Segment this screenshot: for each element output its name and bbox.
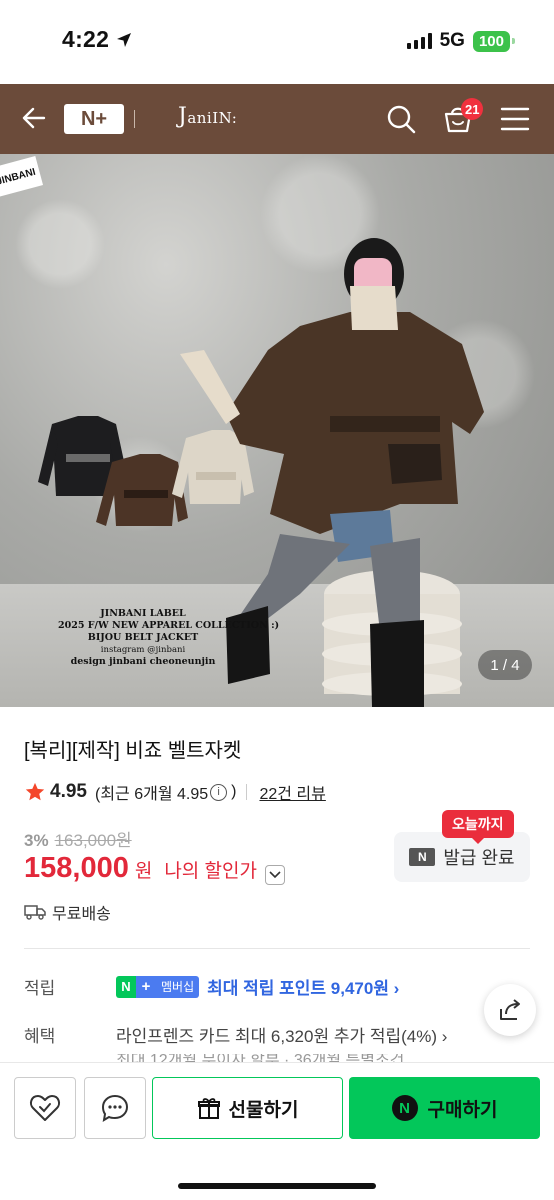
- back-arrow-icon[interactable]: [20, 104, 48, 132]
- caption-line-2: 2025 F/W NEW APPAREL COLLECTION :): [58, 620, 280, 631]
- bottom-action-bar: 선물하기 N 구매하기: [0, 1062, 554, 1200]
- nplus-store-logo[interactable]: N+: [64, 104, 124, 134]
- rating-recent: (최근 6개월 4.95: [94, 786, 209, 803]
- brand-logo-initial: J: [178, 104, 188, 129]
- benefit-cut-line: 최대 12개월 무이자 할부 · 36개월 특별조건: [116, 1054, 404, 1062]
- benefit-row: 혜택 라인프렌즈 카드 최대 6,320원 추가 적립(4%) ›: [24, 1022, 447, 1047]
- buy-button-label: 구매하기: [427, 1099, 498, 1121]
- product-title: [복리][제작] 비죠 벨트자켓: [24, 740, 242, 762]
- status-indicators: 5G 100: [406, 30, 516, 52]
- info-icon[interactable]: i: [210, 783, 228, 801]
- brand-logo-text: aniIN:: [187, 109, 238, 127]
- membership-badge-text: 멤버십: [156, 975, 200, 998]
- card-benefit-link[interactable]: 라인프렌즈 카드 최대 6,320원 추가 적립(4%) ›: [116, 1022, 447, 1047]
- status-bar: 4:22 5G 100: [0, 0, 554, 84]
- review-count-link[interactable]: 22건 리뷰: [259, 780, 325, 804]
- wishlist-button[interactable]: [14, 1077, 76, 1139]
- coupon-deadline-badge: 오늘까지: [442, 810, 514, 844]
- cart-count-badge: 21: [461, 98, 484, 120]
- product-image-carousel[interactable]: JINBANI JINBANI LABEL 2025 F/W NEW APPAR…: [0, 154, 554, 707]
- signal-icon: [406, 33, 432, 49]
- brand-logo[interactable]: JaniIN:: [178, 104, 237, 129]
- header-divider: [134, 110, 135, 128]
- benefit-label: 혜택: [24, 1027, 56, 1046]
- rating-divider: [246, 784, 248, 800]
- naver-n-icon: N: [409, 848, 436, 866]
- status-time: 4:22: [62, 26, 110, 52]
- rating-recent-close: ): [231, 783, 237, 800]
- status-time-wrap: 4:22: [62, 26, 133, 53]
- app-header: N+ JaniIN: 21: [0, 84, 554, 154]
- hamburger-menu-icon[interactable]: [500, 106, 530, 132]
- max-points-link[interactable]: 최대 적립 포인트 9,470원 ›: [207, 974, 399, 999]
- gift-icon: [197, 1098, 220, 1119]
- network-label: 5G: [439, 30, 465, 51]
- naver-pay-icon: N: [391, 1095, 418, 1121]
- heart-check-icon: [29, 1095, 61, 1121]
- hero-caption: JINBANI LABEL 2025 F/W NEW APPAREL COLLE…: [58, 608, 280, 668]
- share-icon: [500, 999, 520, 1020]
- membership-n-icon: N: [116, 975, 136, 998]
- caption-line-5: design jinbani cheoneunjin: [70, 656, 216, 667]
- buy-button[interactable]: N 구매하기: [349, 1077, 540, 1139]
- delivery-text: 무료배송: [52, 906, 111, 923]
- section-divider: [24, 948, 530, 949]
- delivery-row: 무료배송: [24, 900, 111, 924]
- nplus-membership-badge: N + 멤버십: [116, 975, 200, 998]
- chevron-down-icon[interactable]: [265, 865, 285, 885]
- chat-bubble-icon: [101, 1094, 129, 1122]
- rating-score: 4.95: [50, 781, 87, 802]
- caption-line-3: BIJOU BELT JACKET: [87, 632, 199, 643]
- search-icon[interactable]: [386, 104, 416, 134]
- points-row: 적립 N + 멤버십 최대 적립 포인트 9,470원 ›: [24, 974, 399, 999]
- original-price: 163,000원: [54, 831, 132, 850]
- rating-row: 4.95 (최근 6개월 4.95 i ) 22건 리뷰: [24, 780, 326, 804]
- gift-button[interactable]: 선물하기: [152, 1077, 343, 1139]
- currency-unit: 원: [134, 861, 153, 882]
- star-icon: [25, 782, 45, 801]
- coupon-issued-button[interactable]: N 발급 완료: [394, 832, 530, 882]
- caption-line-4: instagram @jinbani: [100, 645, 186, 655]
- delivery-truck-icon: [24, 905, 46, 920]
- discount-row: 3% 163,000원: [24, 826, 132, 851]
- share-button[interactable]: [484, 984, 536, 1036]
- image-counter: 1 / 4: [478, 650, 532, 680]
- discount-rate: 3%: [24, 831, 49, 850]
- location-arrow-icon: [117, 32, 132, 47]
- caption-line-1: JINBANI LABEL: [100, 608, 186, 619]
- my-discount-price-link[interactable]: 나의 할인가: [164, 856, 257, 883]
- points-label: 적립: [24, 979, 56, 998]
- talk-talk-button[interactable]: [84, 1077, 146, 1139]
- price-row: 158,000 원 나의 할인가: [24, 852, 285, 885]
- sale-price: 158,000: [24, 852, 129, 884]
- coupon-status: 발급 완료: [443, 848, 515, 868]
- membership-plus-icon: +: [136, 975, 156, 998]
- gift-button-label: 선물하기: [228, 1099, 299, 1121]
- battery-icon: 100: [472, 30, 516, 52]
- home-indicator[interactable]: [178, 1183, 376, 1189]
